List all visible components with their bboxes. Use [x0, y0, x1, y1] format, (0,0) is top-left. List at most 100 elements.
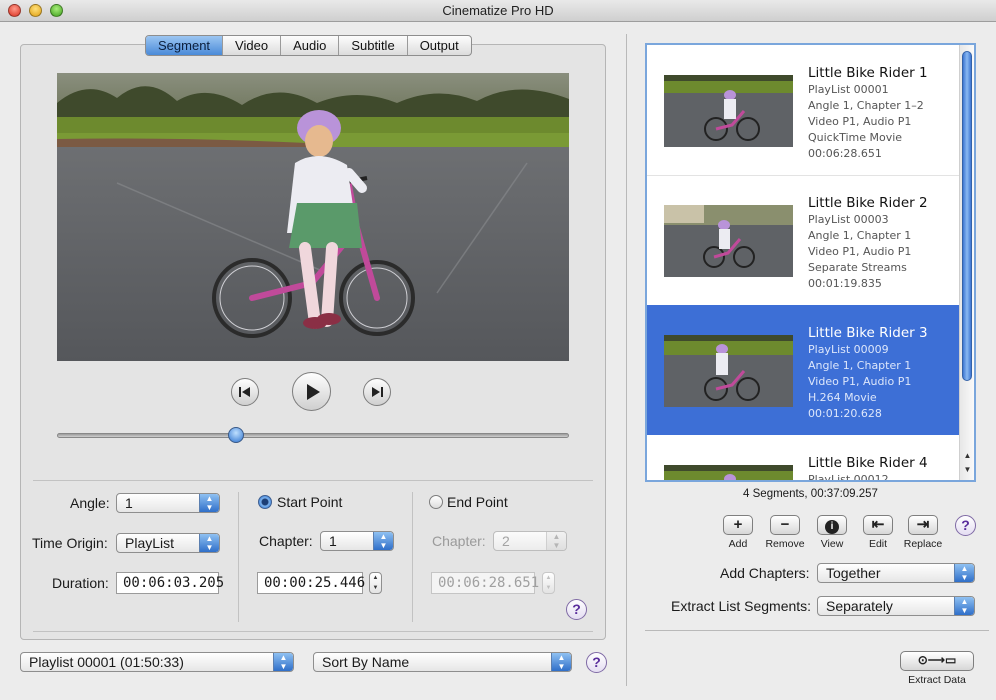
list-item-selected[interactable]: Little Bike Rider 3 PlayList 00009 Angle…	[647, 305, 959, 435]
time-origin-popup[interactable]: PlayList ▲ ▼	[116, 533, 220, 553]
segment-angle: Angle 1, Chapter 1	[808, 359, 912, 372]
segment-playlist: PlayList 00012	[808, 473, 889, 482]
playlist-popup-value: Playlist 00001 (01:50:33)	[29, 654, 184, 670]
time-origin-label: Time Origin:	[32, 535, 108, 551]
end-point-label: End Point	[447, 494, 508, 510]
segment-name: Little Bike Rider 4	[808, 455, 928, 471]
segment-name: Little Bike Rider 2	[808, 195, 928, 211]
extract-data-label: Extract Data	[908, 674, 966, 686]
add-chapters-label: Add Chapters:	[720, 565, 810, 581]
segment-streams: Video P1, Audio P1	[808, 375, 912, 388]
start-time-stepper[interactable]: ▲ ▼	[369, 572, 382, 594]
segment-format: Separate Streams	[808, 261, 907, 274]
replace-segment-button[interactable]: ⇥ Replace	[893, 515, 953, 550]
video-preview	[57, 73, 569, 361]
window-title: Cinematize Pro HD	[442, 3, 554, 18]
add-chapters-popup[interactable]: Together ▲ ▼	[817, 563, 975, 583]
divider	[645, 630, 989, 631]
divider	[412, 492, 413, 622]
end-chapter-popup[interactable]: 2 ▲ ▼	[493, 531, 567, 551]
chevron-updown-icon: ▲ ▼	[954, 597, 974, 615]
start-point-radio[interactable]	[258, 495, 272, 509]
add-chapters-value: Together	[826, 565, 881, 581]
angle-popup-value: 1	[125, 495, 133, 511]
sort-popup[interactable]: Sort By Name ▲ ▼	[313, 652, 572, 672]
extract-list-label: Extract List Segments:	[671, 598, 812, 614]
end-time-field[interactable]: 00:06:28.651	[431, 572, 539, 594]
segment-playlist: PlayList 00009	[808, 343, 889, 356]
start-chapter-popup-value: 1	[329, 533, 337, 549]
chevron-updown-icon: ▲ ▼	[551, 653, 571, 671]
angle-popup[interactable]: 1 ▲ ▼	[116, 493, 220, 513]
replace-label: Replace	[903, 538, 943, 550]
segment-name: Little Bike Rider 1	[808, 65, 928, 81]
segment-streams: Video P1, Audio P1	[808, 115, 912, 128]
end-chapter-popup-value: 2	[502, 533, 510, 549]
list-item[interactable]: Little Bike Rider 1 PlayList 00001 Angle…	[647, 45, 959, 175]
playlist-popup[interactable]: Playlist 00001 (01:50:33) ▲ ▼	[20, 652, 294, 672]
playlist-help-button[interactable]: ?	[586, 652, 607, 673]
segment-list[interactable]: Little Bike Rider 1 PlayList 00001 Angle…	[645, 43, 976, 482]
extract-list-value: Separately	[826, 598, 893, 614]
scroll-down-arrow-icon[interactable]: ▼	[960, 465, 974, 479]
panel-splitter	[626, 34, 627, 686]
segment-thumbnail	[664, 335, 793, 407]
replace-arrow-icon: ⇥	[908, 515, 938, 535]
skip-back-icon	[239, 387, 250, 397]
segment-playlist: PlayList 00001	[808, 83, 889, 96]
tab-segment[interactable]: Segment	[146, 36, 224, 55]
extract-data-button[interactable]: ⊙⟶▭ Extract Data	[899, 651, 975, 686]
segment-format: H.264 Movie	[808, 391, 877, 404]
list-help-button[interactable]: ?	[955, 515, 976, 536]
scrollbar-thumb[interactable]	[962, 51, 972, 381]
start-point-label: Start Point	[277, 494, 343, 510]
end-time-stepper[interactable]: ▲ ▼	[542, 572, 555, 594]
tab-video[interactable]: Video	[223, 36, 282, 55]
angle-label: Angle:	[70, 495, 110, 511]
scroll-up-arrow-icon[interactable]: ▲	[960, 451, 974, 465]
duration-field[interactable]: 00:06:03.205	[116, 572, 224, 594]
previous-button[interactable]	[231, 378, 259, 406]
info-icon: i	[817, 515, 847, 535]
segment-name: Little Bike Rider 3	[808, 325, 928, 341]
end-point-radio[interactable]	[429, 495, 443, 509]
end-chapter-label: Chapter:	[432, 533, 486, 549]
extract-list-popup[interactable]: Separately ▲ ▼	[817, 596, 975, 616]
segment-angle: Angle 1, Chapter 1–2	[808, 99, 924, 112]
chevron-updown-icon: ▲ ▼	[199, 494, 219, 512]
segments-summary: 4 Segments, 00:37:09.257	[743, 488, 878, 500]
segment-duration: 00:01:19.835	[808, 277, 882, 290]
divider	[33, 480, 593, 481]
sort-popup-value: Sort By Name	[322, 654, 410, 670]
start-time-field[interactable]: 00:00:25.446	[257, 572, 365, 594]
playback-slider-track[interactable]	[57, 433, 569, 438]
start-chapter-label: Chapter:	[259, 533, 313, 549]
segment-streams: Video P1, Audio P1	[808, 245, 912, 258]
chevron-updown-icon: ▲ ▼	[373, 532, 393, 550]
skip-forward-icon	[372, 387, 383, 397]
list-item[interactable]: Little Bike Rider 2 PlayList 00003 Angle…	[647, 175, 959, 305]
play-icon	[306, 383, 320, 400]
edit-arrow-icon: ⇤	[863, 515, 893, 535]
divider	[33, 631, 593, 632]
chevron-updown-icon: ▲ ▼	[954, 564, 974, 582]
chevron-updown-icon: ▲ ▼	[273, 653, 293, 671]
list-item[interactable]: Little Bike Rider 4 PlayList 00012	[647, 435, 959, 482]
chevron-updown-icon: ▲ ▼	[546, 532, 566, 550]
segment-list-scrollbar[interactable]: ▲ ▼	[959, 45, 974, 480]
duration-label: Duration:	[52, 575, 109, 591]
start-chapter-popup[interactable]: 1 ▲ ▼	[320, 531, 394, 551]
tab-audio[interactable]: Audio	[281, 36, 340, 55]
segment-playlist: PlayList 00003	[808, 213, 889, 226]
play-button[interactable]	[292, 372, 331, 411]
segment-thumbnail	[664, 465, 793, 480]
segment-format: QuickTime Movie	[808, 131, 903, 144]
tab-subtitle[interactable]: Subtitle	[339, 36, 408, 55]
divider	[238, 492, 239, 622]
next-button[interactable]	[363, 378, 391, 406]
tab-output[interactable]: Output	[408, 36, 471, 55]
chevron-updown-icon: ▲ ▼	[199, 534, 219, 552]
minus-icon: −	[770, 515, 800, 535]
segment-help-button[interactable]: ?	[566, 599, 587, 620]
segment-duration: 00:01:20.628	[808, 407, 882, 420]
